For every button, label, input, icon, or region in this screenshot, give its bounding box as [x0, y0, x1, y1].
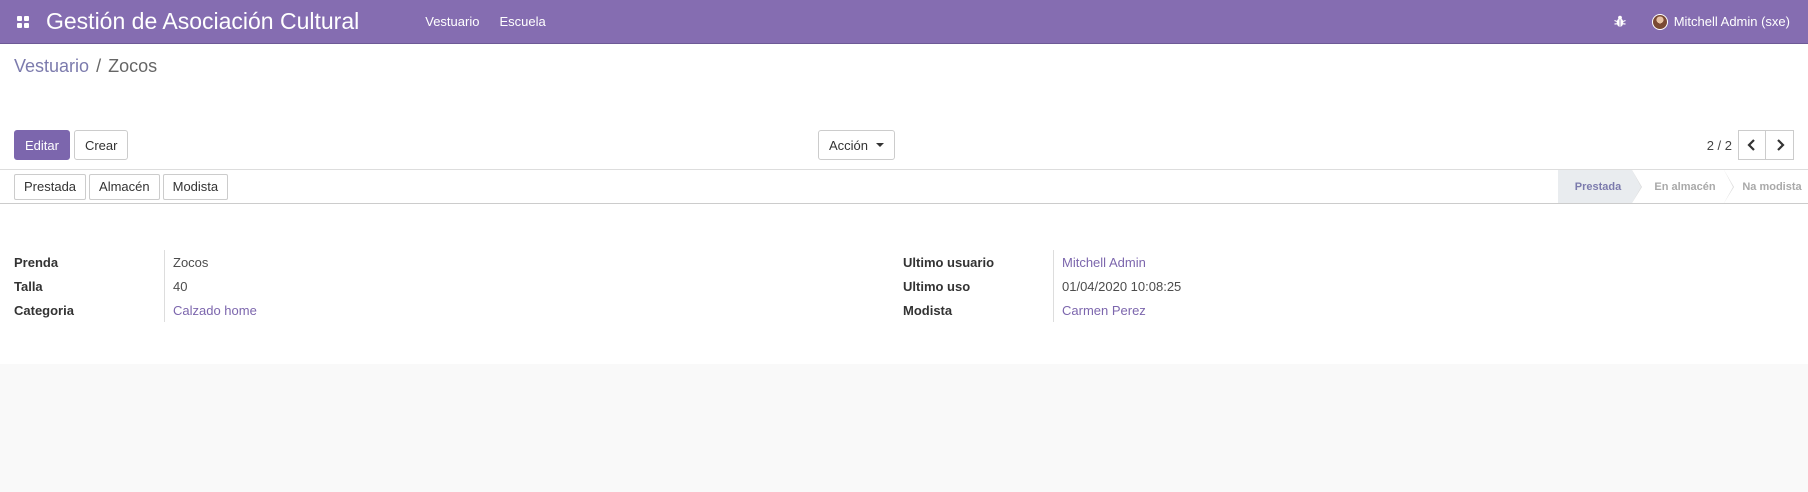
prestada-button[interactable]: Prestada	[14, 173, 87, 200]
stage-prestada[interactable]: Prestada	[1558, 170, 1642, 203]
action-dropdown-button[interactable]: Acción	[818, 130, 896, 160]
edit-button[interactable]: Editar	[14, 130, 70, 160]
field-ultimo-usuario: Ultimo usuario Mitchell Admin	[903, 250, 1181, 274]
action-label: Acción	[829, 137, 869, 153]
field-value: Zocos	[173, 254, 209, 270]
caret-down-icon	[876, 143, 885, 147]
statusbar: Prestada Almacén Modista Prestada En alm…	[0, 170, 1808, 204]
app-title[interactable]: Gestión de Asociación Cultural	[46, 8, 359, 35]
apps-menu-icon[interactable]	[0, 0, 46, 44]
breadcrumb-parent[interactable]: Vestuario	[14, 56, 89, 77]
categoria-link[interactable]: Calzado home	[164, 303, 257, 318]
form-sheet: Prenda Zocos Talla 40 Categoria Calzado …	[0, 204, 1808, 364]
stage-bar: Prestada En almacén Na modista	[1558, 170, 1808, 203]
stage-na-modista[interactable]: Na modista	[1724, 170, 1808, 203]
field-label: Modista	[903, 302, 953, 318]
field-modista: Modista Carmen Perez	[903, 298, 1181, 322]
field-prenda: Prenda Zocos	[14, 250, 257, 274]
chevron-left-icon	[1747, 139, 1755, 151]
modista-button[interactable]: Modista	[162, 173, 229, 200]
avatar	[1651, 13, 1668, 30]
menu-item-vestuario[interactable]: Vestuario	[415, 0, 489, 44]
field-value: 01/04/2020 10:08:25	[1062, 278, 1182, 294]
field-talla: Talla 40	[14, 274, 257, 298]
bug-icon[interactable]	[1606, 0, 1634, 44]
control-panel: Vestuario / Zocos Editar Crear Acción 2 …	[0, 44, 1808, 170]
modista-link[interactable]: Carmen Perez	[1053, 303, 1146, 318]
field-label: Prenda	[14, 254, 59, 270]
pager: 2 / 2	[1698, 130, 1794, 160]
user-menu[interactable]: Mitchell Admin (sxe)	[1651, 13, 1790, 30]
menu-item-escuela[interactable]: Escuela	[489, 0, 555, 44]
stage-en-almacen[interactable]: En almacén	[1632, 170, 1734, 203]
stage-label: Na modista	[1742, 180, 1802, 193]
pager-previous-button[interactable]	[1738, 130, 1766, 160]
field-categoria: Categoria Calzado home	[14, 298, 257, 322]
stage-label: En almacén	[1654, 180, 1716, 193]
form-group-right: Ultimo usuario Mitchell Admin Ultimo uso…	[903, 250, 1181, 322]
field-ultimo-uso: Ultimo uso 01/04/2020 10:08:25	[903, 274, 1181, 298]
breadcrumb-separator: /	[96, 56, 102, 76]
breadcrumb-current: Zocos	[108, 56, 158, 76]
form-group-left: Prenda Zocos Talla 40 Categoria Calzado …	[14, 250, 257, 322]
field-label: Talla	[14, 278, 43, 294]
almacen-button[interactable]: Almacén	[89, 173, 160, 200]
top-navbar: Gestión de Asociación Cultural Vestuario…	[0, 0, 1808, 44]
pager-next-button[interactable]	[1766, 130, 1794, 160]
stage-label: Prestada	[1574, 180, 1622, 193]
user-name: Mitchell Admin (sxe)	[1673, 14, 1790, 29]
pager-value[interactable]: 2 / 2	[1698, 138, 1732, 153]
create-button[interactable]: Crear	[73, 130, 129, 160]
field-label: Categoria	[14, 302, 74, 318]
field-value: 40	[173, 278, 188, 294]
field-label: Ultimo uso	[903, 278, 971, 294]
ultimo-usuario-link[interactable]: Mitchell Admin	[1053, 255, 1146, 270]
field-label: Ultimo usuario	[903, 254, 995, 270]
chevron-right-icon	[1776, 139, 1785, 151]
breadcrumb: Vestuario / Zocos	[14, 56, 1794, 77]
